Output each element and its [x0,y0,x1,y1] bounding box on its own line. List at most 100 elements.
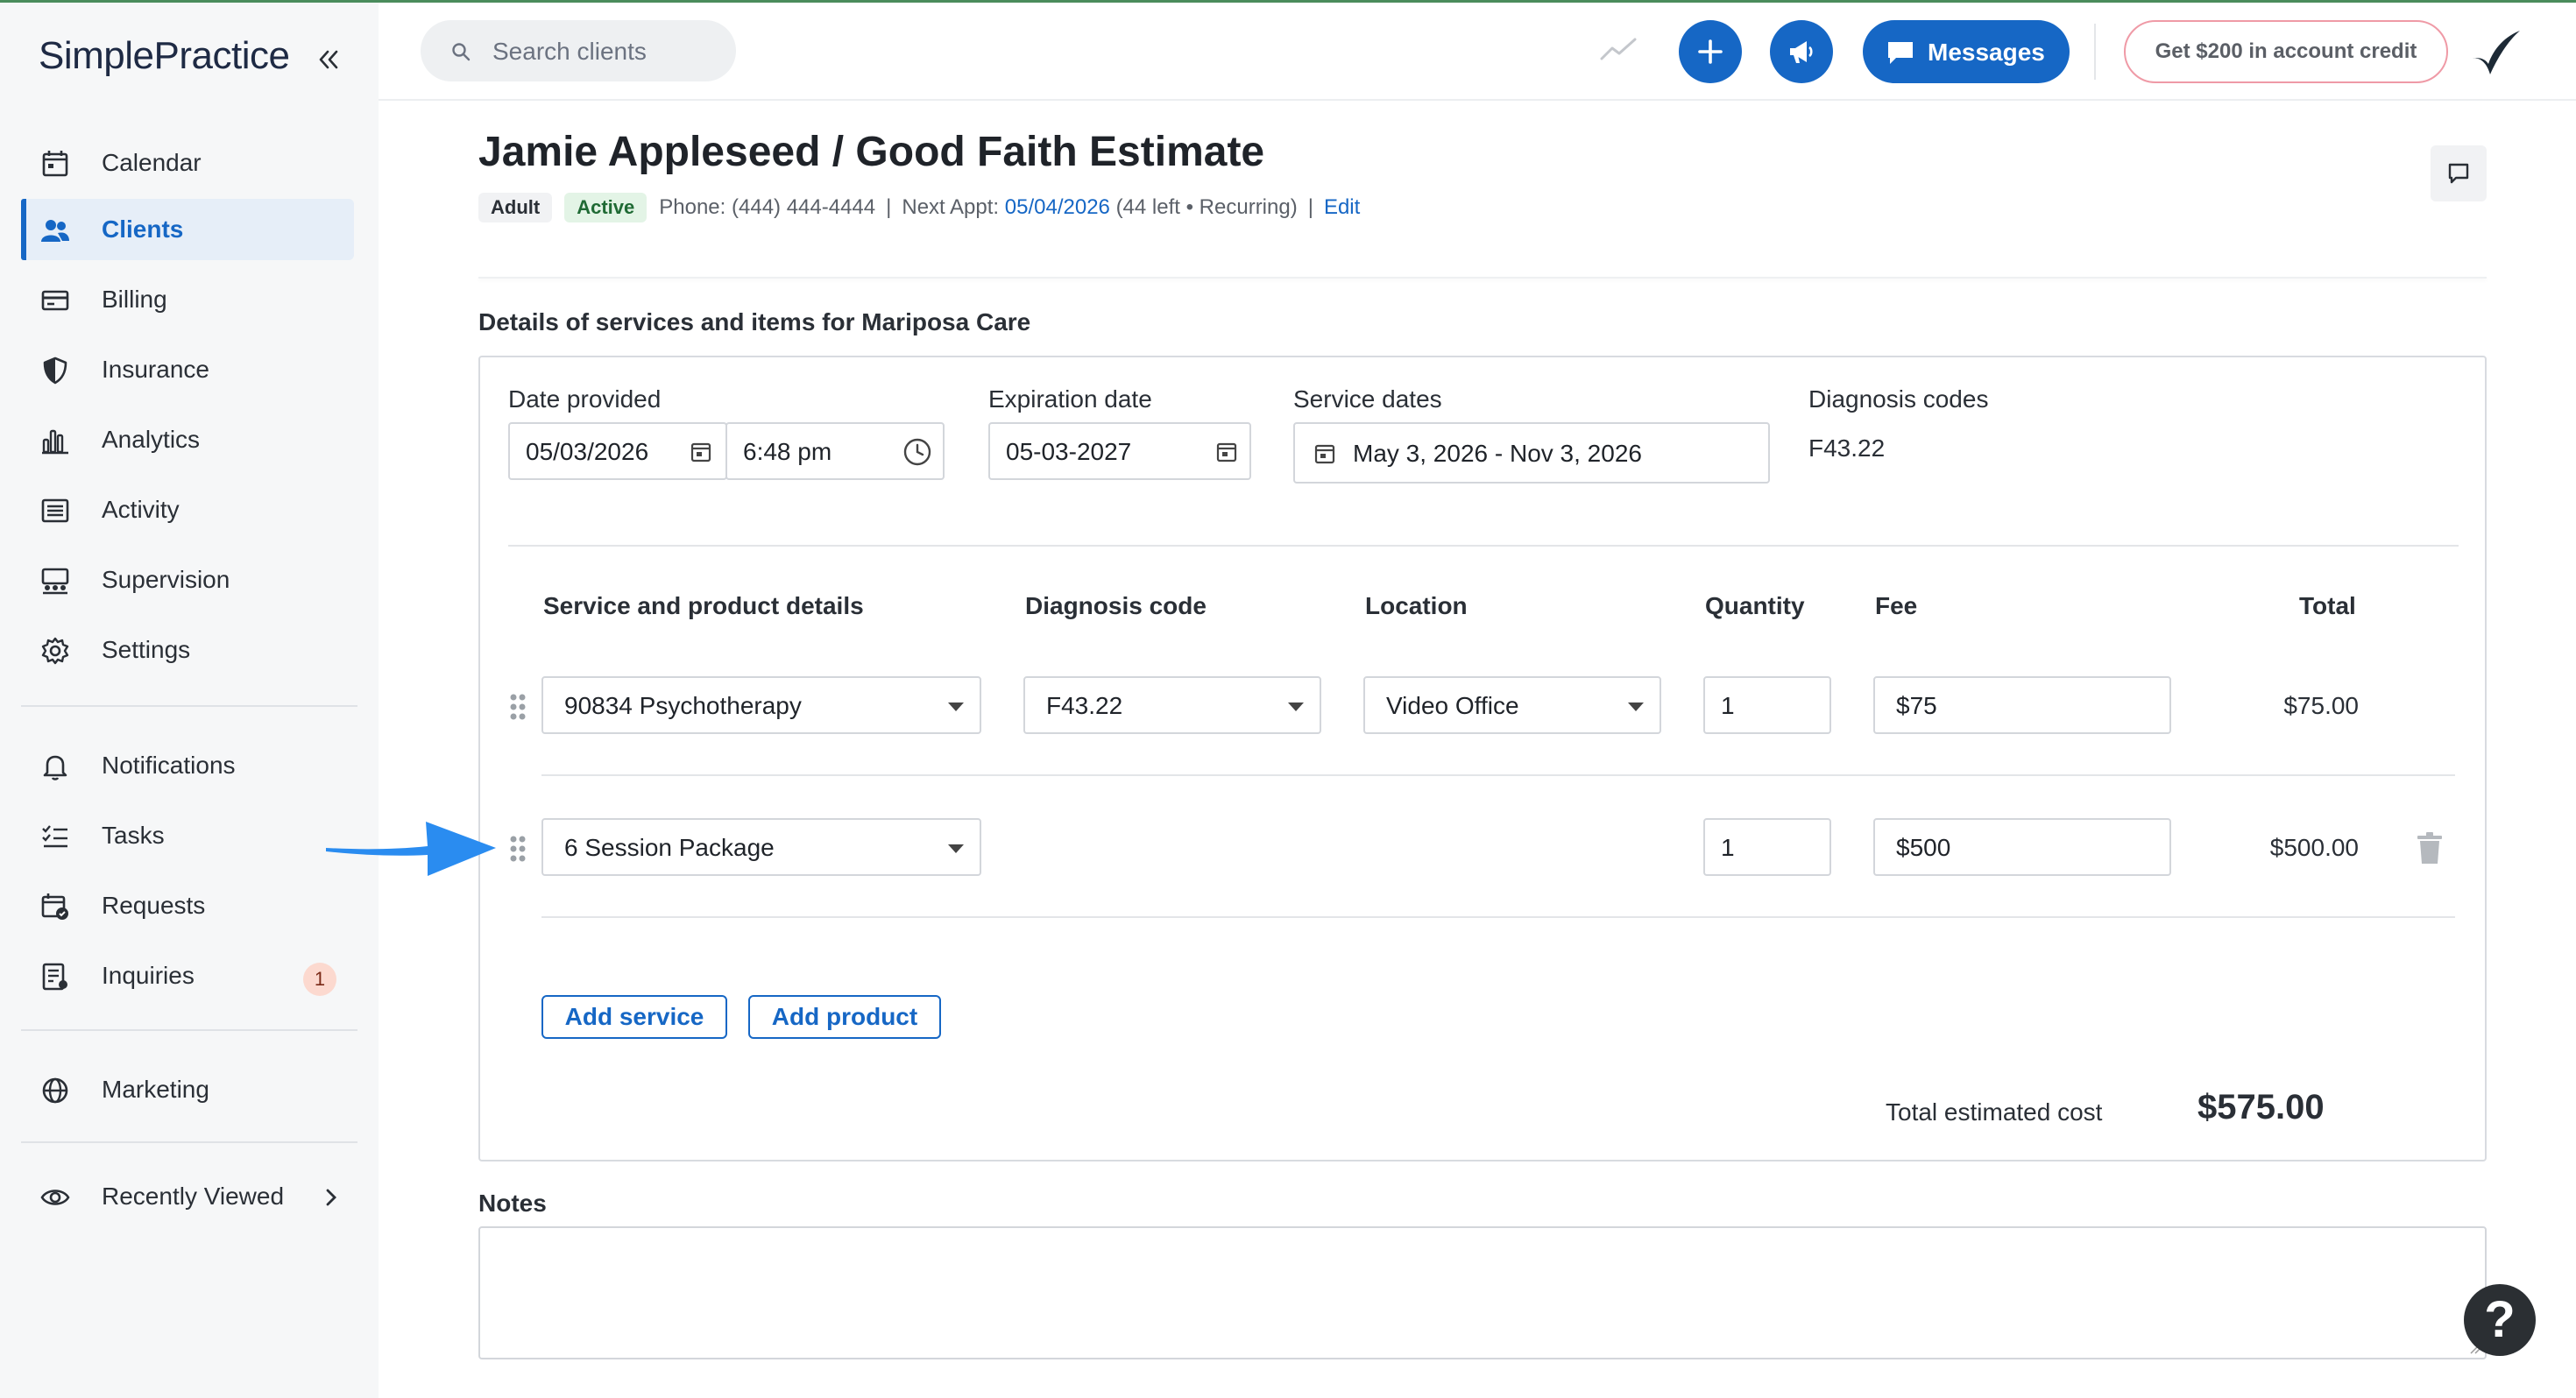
analytics-icon [42,429,68,455]
sidebar-item-supervision[interactable]: Supervision [21,549,354,611]
sidebar-item-insurance[interactable]: Insurance [21,339,354,400]
diagnosis-select[interactable]: F43.22 [1023,676,1321,734]
sidebar-item-billing[interactable]: Billing [21,269,354,330]
sidebar-divider [21,1029,357,1031]
column-header-fee: Fee [1875,592,1918,619]
announcements-button[interactable] [1770,20,1833,83]
clock-icon[interactable] [902,437,932,467]
product-select[interactable]: 6 Session Package [541,818,981,876]
chevron-down-icon [948,844,964,853]
account-credit-button[interactable]: Get $200 in account credit [2124,20,2448,83]
product-value: 6 Session Package [564,834,775,861]
column-header-total: Total [2299,592,2356,619]
trend-chart-icon[interactable] [1600,36,1638,62]
topbar: Search clients Messages Get $200 in acco… [379,3,2576,101]
plus-icon [1698,39,1723,64]
sidebar-item-calendar[interactable]: Calendar [21,132,354,194]
fee-input[interactable]: $500 [1873,818,2171,876]
globe-icon [42,1077,68,1104]
service-dates-value: May 3, 2026 - Nov 3, 2026 [1353,440,1642,467]
tasks-icon [42,825,67,848]
trash-icon[interactable] [2415,830,2445,865]
megaphone-icon [1790,41,1813,63]
chevron-right-icon[interactable] [322,1187,340,1208]
gear-icon [41,637,69,665]
service-select[interactable]: 90834 Psychotherapy [541,676,981,734]
eye-icon [40,1190,70,1205]
chevron-down-icon [1288,703,1304,711]
calendar-icon[interactable] [1214,440,1239,464]
location-value: Video Office [1386,692,1519,719]
sidebar-divider [21,1141,357,1143]
location-select[interactable]: Video Office [1363,676,1661,734]
sidebar-item-settings[interactable]: Settings [21,619,354,681]
client-meta: Adult Active Phone: (444) 444-4444 | Nex… [478,193,1360,222]
column-header-diagnosis: Diagnosis code [1025,592,1207,619]
chevron-down-icon [1628,703,1644,711]
sidebar-item-label: Clients [102,215,184,243]
phone-label: Phone: [659,195,726,219]
notes-textarea[interactable] [478,1226,2487,1359]
row-divider [541,916,2455,918]
diagnosis-codes-value: F43.22 [1808,434,1886,462]
sidebar-item-inquiries[interactable]: Inquiries 1 [21,945,354,1006]
sidebar-item-notifications[interactable]: Notifications [21,735,354,796]
column-header-service: Service and product details [543,592,864,619]
drag-handle-icon[interactable] [508,834,527,864]
status-badge: Active [564,193,648,222]
sidebar-item-marketing[interactable]: Marketing [21,1059,354,1120]
sidebar-item-recently-viewed[interactable]: Recently Viewed [21,1166,354,1227]
date-provided-input[interactable]: 05/03/2026 [508,422,727,480]
sidebar-item-label: Calendar [102,149,202,176]
service-dates-label: Service dates [1293,385,1442,413]
search-input[interactable]: Search clients [421,20,736,81]
add-service-button[interactable]: Add service [541,995,727,1039]
sidebar-item-tasks[interactable]: Tasks [21,805,354,866]
help-button[interactable]: ? [2464,1284,2536,1356]
add-product-button[interactable]: Add product [748,995,941,1039]
shield-icon [43,357,67,385]
fee-input[interactable]: $75 [1873,676,2171,734]
sidebar-item-label: Settings [102,636,191,663]
requests-icon [41,893,68,920]
comment-button[interactable] [2431,145,2487,201]
sidebar-item-label: Supervision [102,566,230,593]
total-estimated-cost-label: Total estimated cost [1886,1098,2103,1126]
collapse-sidebar-icon[interactable] [315,46,342,73]
chat-bubble-icon [1888,42,1913,64]
app-logo[interactable]: SimplePractice [39,34,290,78]
service-dates-input[interactable]: May 3, 2026 - Nov 3, 2026 [1293,422,1770,484]
bell-icon [43,755,67,780]
time-provided-input[interactable]: 6:48 pm [725,422,945,480]
row-divider [541,774,2455,776]
sidebar-item-analytics[interactable]: Analytics [21,409,354,470]
sidebar-item-label: Analytics [102,426,201,453]
sidebar-item-activity[interactable]: Activity [21,479,354,540]
sidebar-item-clients[interactable]: Clients [21,199,354,260]
edit-link[interactable]: Edit [1324,195,1360,220]
quantity-input[interactable]: 1 [1703,676,1831,734]
sidebar: SimplePractice Calendar Clients Billing … [0,3,379,1398]
create-new-button[interactable] [1679,20,1742,83]
calendar-icon[interactable] [689,440,713,464]
header-divider [478,277,2487,279]
quantity-value: 1 [1721,834,1735,861]
phone-value: (444) 444-4444 [732,195,876,219]
sidebar-item-label: Requests [102,892,206,919]
quantity-value: 1 [1721,692,1735,719]
messages-button[interactable]: Messages [1863,20,2070,83]
calendar-icon [42,151,68,177]
sidebar-divider [21,705,357,707]
sidebar-item-requests[interactable]: Requests [21,875,354,936]
drag-handle-icon[interactable] [508,692,527,722]
date-provided-value: 05/03/2026 [526,438,649,465]
diagnosis-codes-label: Diagnosis codes [1808,385,1989,413]
sidebar-item-label: Activity [102,496,180,523]
quantity-input[interactable]: 1 [1703,818,1831,876]
row-total: $500.00 [2269,834,2359,861]
search-placeholder: Search clients [492,38,647,65]
expiration-date-input[interactable]: 05-03-2027 [988,422,1251,480]
brand-leaf-icon[interactable] [2467,24,2523,80]
next-appt-link[interactable]: 05/04/2026 [1005,195,1110,220]
service-value: 90834 Psychotherapy [564,692,802,719]
